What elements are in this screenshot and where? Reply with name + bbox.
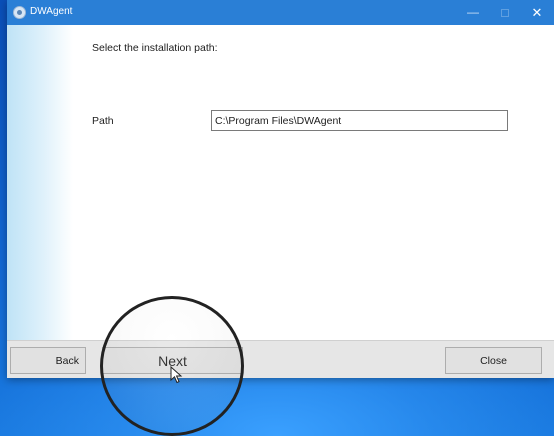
- close-button[interactable]: Close: [445, 347, 542, 374]
- maximize-icon: [501, 8, 509, 17]
- minimize-button[interactable]: —: [457, 0, 489, 25]
- path-label: Path: [92, 115, 114, 127]
- back-button[interactable]: Back: [10, 347, 86, 374]
- dwagent-app-icon: [13, 6, 26, 19]
- installer-content: Select the installation path: Path: [7, 25, 554, 340]
- close-window-button[interactable]: ✕: [521, 0, 553, 25]
- side-banner: [7, 25, 73, 340]
- maximize-button[interactable]: [489, 0, 521, 25]
- title-bar[interactable]: DWAgent — ✕: [7, 0, 554, 25]
- window-title: DWAgent: [30, 6, 73, 17]
- instruction-text: Select the installation path:: [92, 42, 218, 54]
- dwagent-installer-window: DWAgent — ✕ Select the installation path…: [7, 0, 554, 378]
- mouse-pointer-icon: [170, 366, 183, 384]
- button-bar: Back Next Close: [7, 340, 554, 378]
- path-input[interactable]: [211, 110, 508, 131]
